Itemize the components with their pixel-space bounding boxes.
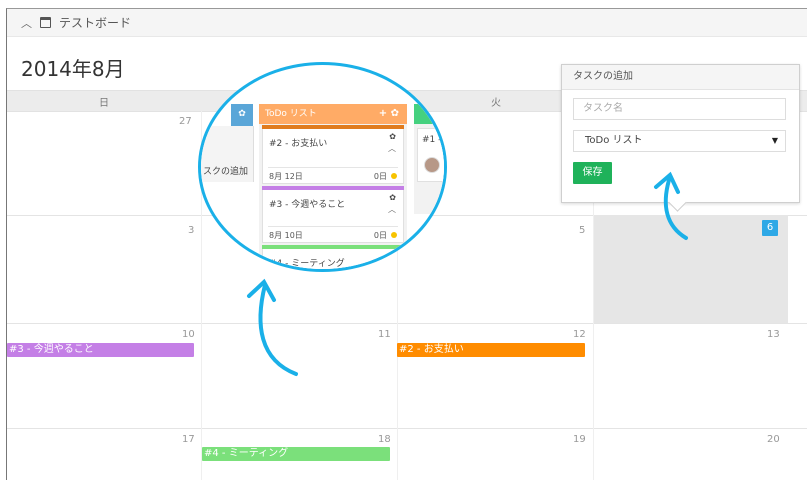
annotation-arrows (247, 171, 688, 376)
arrow-icon (654, 171, 688, 240)
arrow-icon (247, 278, 298, 376)
